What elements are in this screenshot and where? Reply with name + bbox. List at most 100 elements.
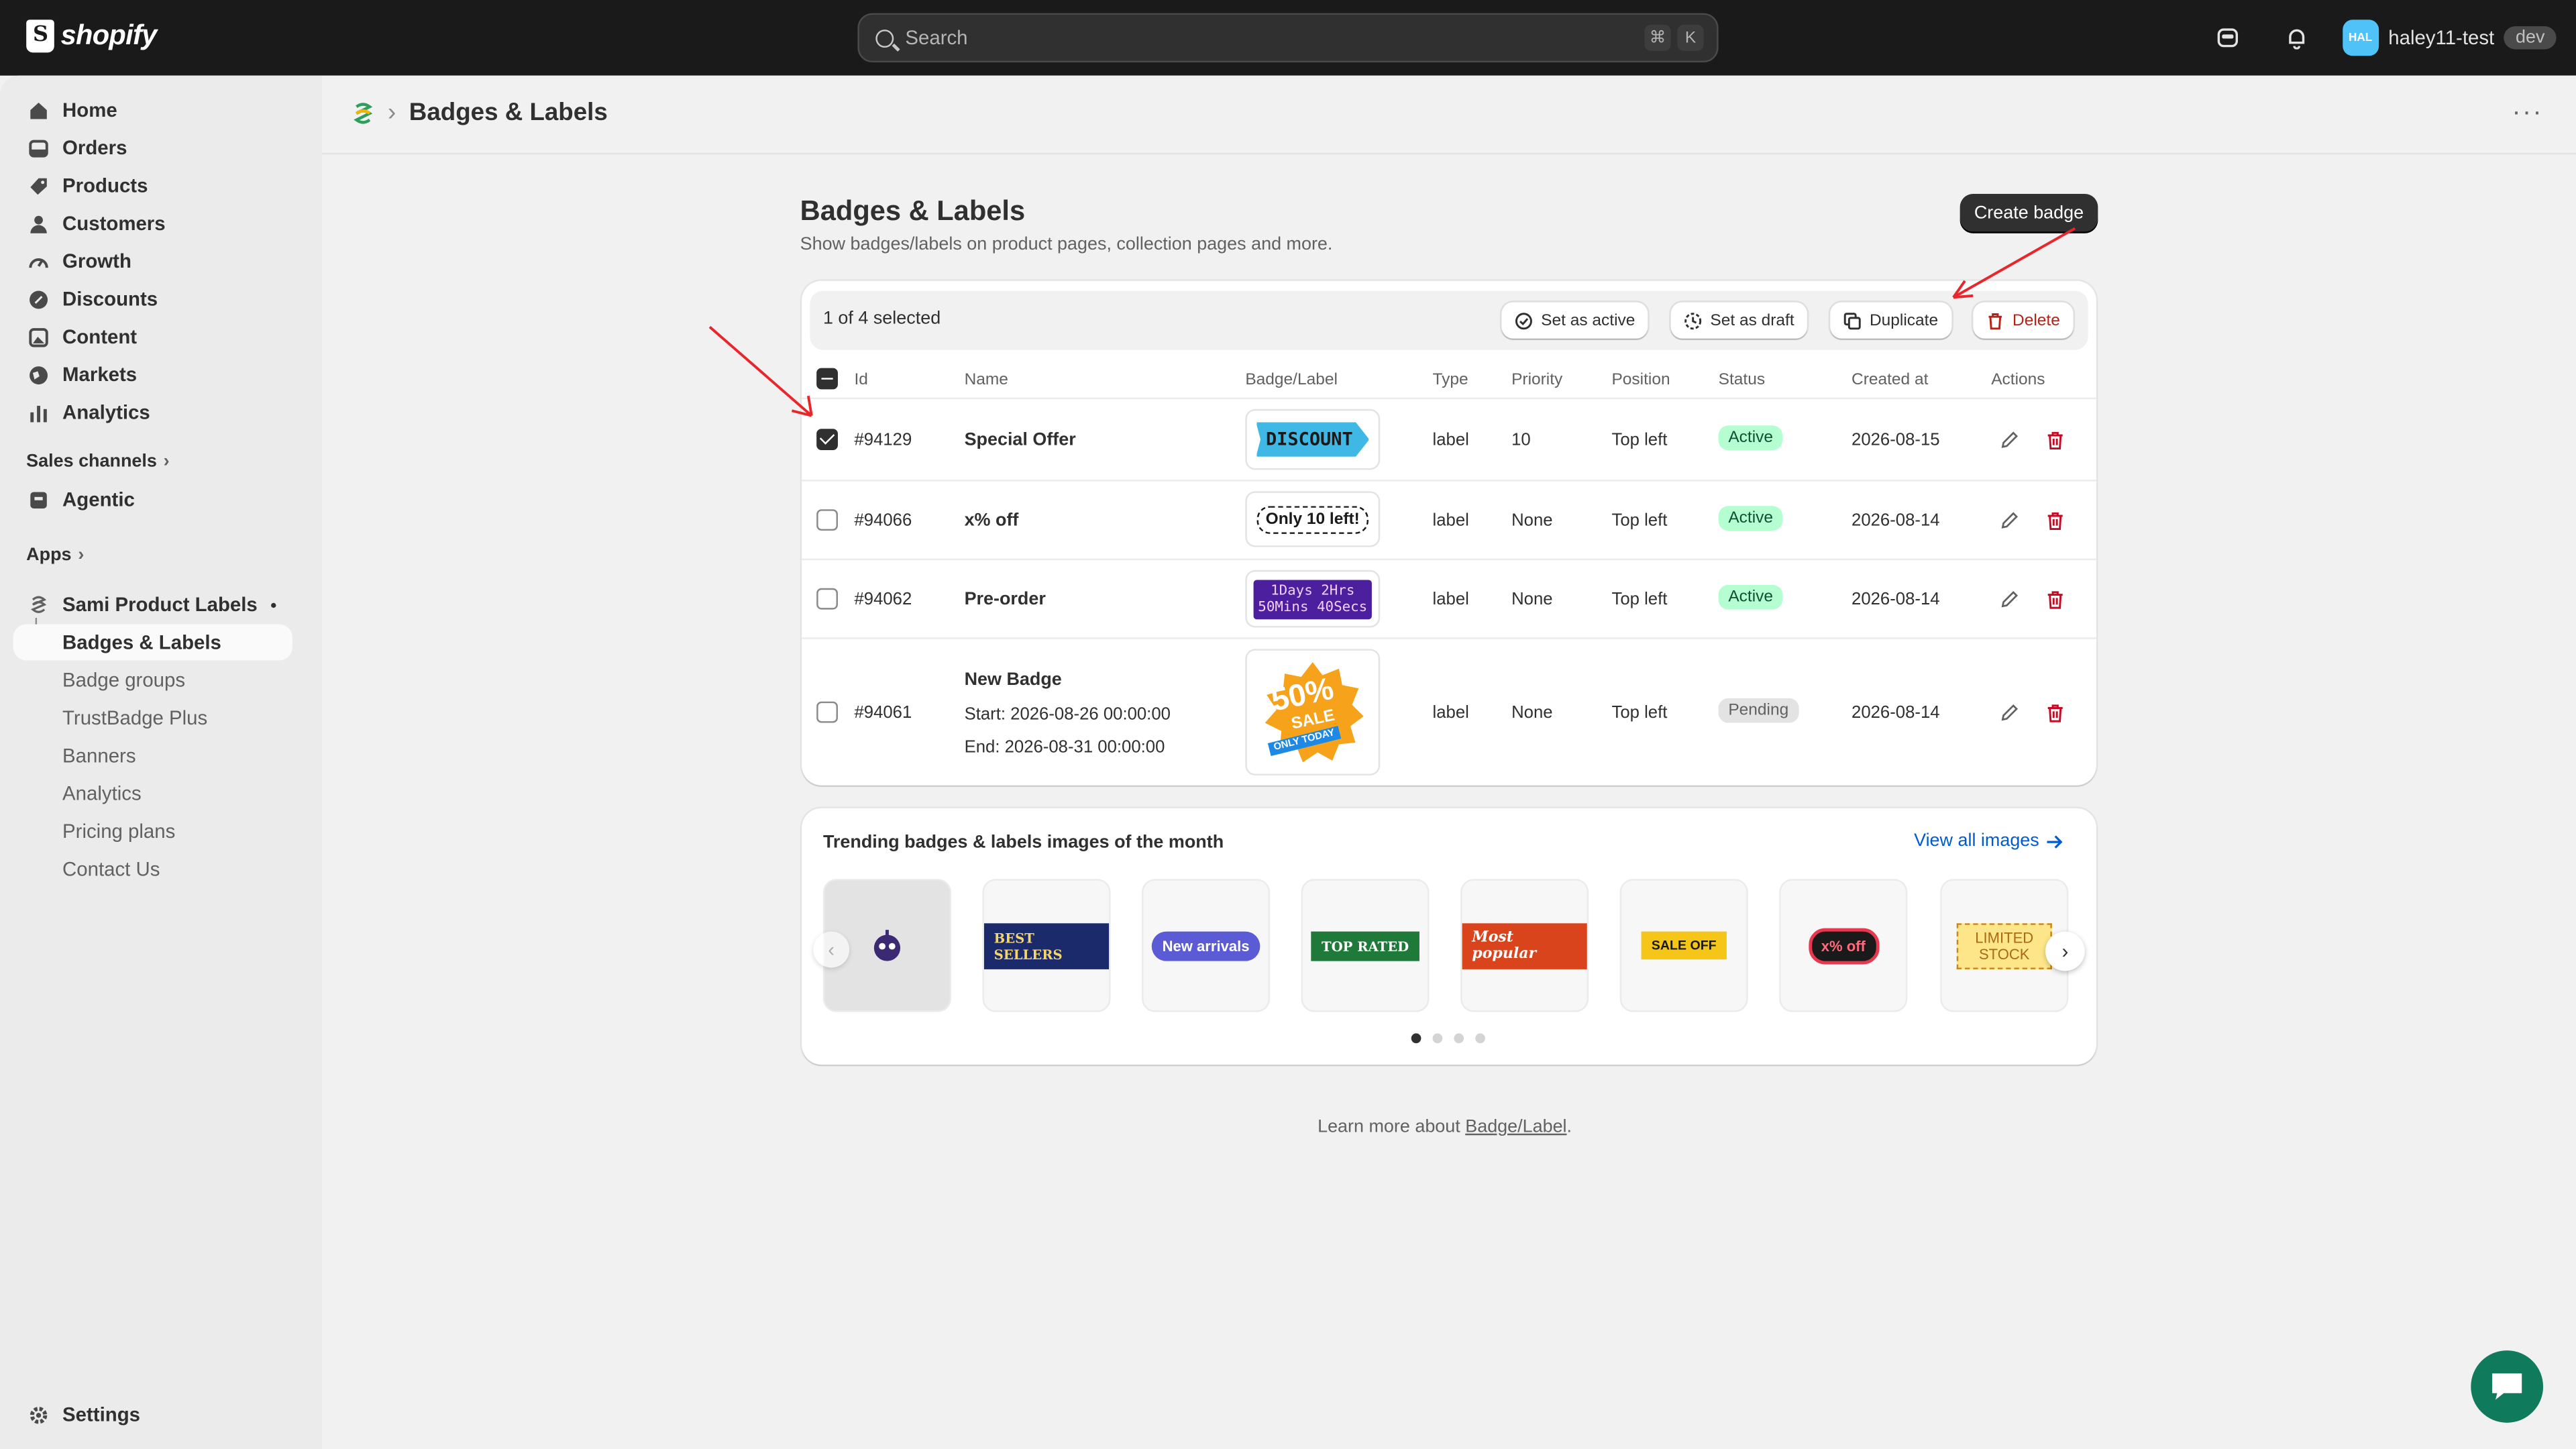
column-header-name[interactable]: Name — [965, 371, 1008, 389]
row-checkbox[interactable] — [816, 701, 838, 723]
sidebar-item-analytics[interactable]: Analytics — [13, 394, 292, 431]
chevron-right-icon: › — [387, 98, 396, 127]
more-actions-button[interactable]: ··· — [2512, 99, 2543, 128]
carousel-dot[interactable] — [1454, 1033, 1464, 1044]
sales-channels-section[interactable]: Sales channels › — [26, 451, 169, 471]
column-header-type[interactable]: Type — [1433, 371, 1468, 389]
chat-button[interactable] — [2471, 1350, 2544, 1423]
app-logo-icon[interactable] — [352, 101, 374, 124]
sidebar-item-customers[interactable]: Customers — [13, 205, 292, 241]
sidebar-item-settings[interactable]: Settings — [13, 1397, 292, 1433]
column-header-status[interactable]: Status — [1719, 371, 1765, 389]
most-popular-badge: Most popular — [1462, 922, 1587, 969]
badge-label-link[interactable]: Badge/Label — [1465, 1117, 1566, 1136]
row-created: 2026-08-15 — [1851, 430, 1940, 451]
top-rated-badge: TOP RATED — [1311, 930, 1419, 961]
carousel-dot[interactable] — [1411, 1033, 1421, 1044]
sidebar-item-discounts[interactable]: Discounts — [13, 281, 292, 317]
person-icon — [30, 215, 47, 233]
notifications-button[interactable] — [2273, 15, 2320, 61]
sidekick-button[interactable] — [2204, 15, 2251, 61]
trending-tile[interactable]: New arrivals — [1142, 879, 1271, 1012]
view-all-images-link[interactable]: View all images — [1914, 831, 2063, 851]
link-label: View all images — [1914, 831, 2039, 851]
row-end-date: End: 2026-08-31 00:00:00 — [964, 737, 1165, 757]
sidebar-item-app-analytics[interactable]: Analytics — [13, 775, 292, 812]
carousel-next-button[interactable]: › — [2045, 931, 2085, 971]
sidebar-item-badge-groups[interactable]: Badge groups — [13, 662, 292, 698]
sidebar-item-contact-us[interactable]: Contact Us — [13, 851, 292, 888]
sidebar-item-label: Agentic — [62, 488, 135, 511]
trending-tile[interactable]: BEST SELLERS — [982, 879, 1111, 1012]
row-name[interactable]: Special Offer — [965, 431, 1076, 450]
sidebar-item-trustbadge-plus[interactable]: TrustBadge Plus — [13, 700, 292, 736]
column-header-position[interactable]: Position — [1611, 371, 1670, 389]
row-name[interactable]: x% off — [965, 511, 1019, 531]
column-header-created[interactable]: Created at — [1851, 371, 1928, 389]
sidebar-item-agentic[interactable]: Agentic — [13, 482, 292, 518]
sidebar-item-label: Banners — [62, 744, 136, 767]
row-divider — [802, 480, 2096, 482]
set-as-draft-button[interactable]: Set as draft — [1670, 302, 1808, 339]
carousel-dot[interactable] — [1475, 1033, 1485, 1044]
carousel-dot[interactable] — [1432, 1033, 1443, 1044]
row-checkbox[interactable] — [816, 429, 838, 451]
trash-icon[interactable] — [2045, 431, 2065, 450]
set-as-active-button[interactable]: Set as active — [1501, 302, 1648, 339]
sidebar-item-badges-labels[interactable]: Badges & Labels — [13, 624, 292, 661]
row-id: #94129 — [854, 430, 912, 451]
sale-off-badge: SALE OFF — [1642, 931, 1727, 960]
shopify-logo[interactable]: shopify — [26, 19, 157, 53]
fifty-percent-sale-badge: 50% SALE ONLY TODAY — [1258, 658, 1367, 767]
sidebar-item-label: Analytics — [62, 782, 142, 806]
column-header-actions: Actions — [1991, 371, 2045, 390]
row-priority: 10 — [1511, 430, 1531, 451]
badge-preview: 50% SALE ONLY TODAY — [1245, 649, 1381, 775]
sidebar-item-label: Growth — [62, 250, 131, 273]
carousel-prev-button[interactable]: ‹ — [813, 931, 850, 968]
edit-icon[interactable] — [1999, 431, 2019, 450]
row-checkbox[interactable] — [816, 588, 838, 610]
row-name[interactable]: Pre-order — [965, 590, 1046, 609]
sidebar-item-content[interactable]: Content — [13, 319, 292, 355]
sidebar-item-products[interactable]: Products — [13, 168, 292, 204]
trending-tile[interactable]: x% off — [1779, 879, 1908, 1012]
trending-tile[interactable]: TOP RATED — [1301, 879, 1430, 1012]
row-divider — [802, 397, 2096, 400]
row-checkbox[interactable] — [816, 509, 838, 531]
row-divider — [802, 637, 2096, 639]
column-header-id[interactable]: Id — [854, 371, 867, 389]
sidebar-item-banners[interactable]: Banners — [13, 738, 292, 774]
row-divider — [802, 558, 2096, 561]
sidebar-item-label: Markets — [62, 363, 138, 386]
sidebar-item-markets[interactable]: Markets — [13, 356, 292, 392]
duplicate-button[interactable]: Duplicate — [1830, 302, 1951, 339]
delete-button[interactable]: Delete — [1973, 302, 2074, 339]
column-header-priority[interactable]: Priority — [1511, 371, 1562, 389]
edit-icon[interactable] — [1999, 703, 2019, 722]
store-menu-button[interactable]: HAL haley11-test dev — [2342, 19, 2557, 56]
breadcrumb-title: Badges & Labels — [409, 98, 608, 127]
bell-icon — [2288, 29, 2304, 50]
row-position: Top left — [1611, 430, 1668, 451]
trending-tile[interactable]: SALE OFF — [1619, 879, 1748, 1012]
trash-icon[interactable] — [2045, 511, 2065, 531]
learn-suffix: . — [1566, 1117, 1572, 1137]
row-name[interactable]: New Badge — [965, 670, 1062, 690]
sidebar-item-orders[interactable]: Orders — [13, 129, 292, 166]
chevron-right-icon: › — [2061, 939, 2069, 963]
badge-preview: DISCOUNT — [1245, 409, 1381, 470]
tag-icon — [30, 178, 47, 195]
sidebar-item-growth[interactable]: Growth — [13, 243, 292, 279]
sidebar-item-pricing-plans[interactable]: Pricing plans — [13, 813, 292, 849]
sidebar-item-home[interactable]: Home — [13, 92, 292, 128]
trash-icon[interactable] — [2045, 590, 2065, 609]
trash-icon[interactable] — [2045, 703, 2065, 722]
new-arrivals-badge: New arrivals — [1152, 930, 1260, 961]
edit-icon[interactable] — [1999, 511, 2019, 531]
sidebar-item-sami-product-labels[interactable]: Sami Product Labels — [13, 586, 292, 623]
apps-section[interactable]: Apps › — [26, 545, 84, 565]
search-input[interactable]: Search ⌘ K — [857, 13, 1719, 63]
trending-tile[interactable]: Most popular — [1460, 879, 1589, 1012]
edit-icon[interactable] — [1999, 590, 2019, 609]
